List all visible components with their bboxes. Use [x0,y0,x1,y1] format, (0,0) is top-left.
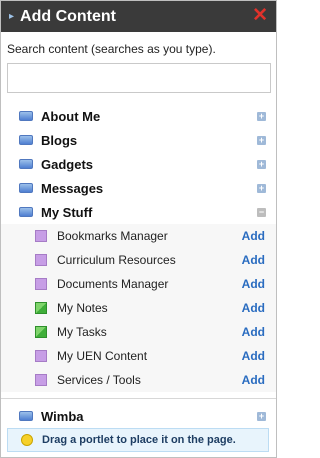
drag-tip: Drag a portlet to place it on the page. [7,428,269,452]
category-label: My Stuff [41,204,93,220]
expand-icon[interactable]: + [257,412,266,421]
item-label: Services / Tools [57,373,141,387]
add-link[interactable]: Add [242,325,265,339]
category-label: Blogs [41,132,78,148]
list-item: Bookmarks Manager Add [1,224,276,248]
search-label: Search content (searches as you type). [7,42,216,56]
purple-square-icon [35,350,47,362]
purple-square-icon [35,230,47,242]
portlet-folder-icon [19,207,33,217]
add-content-panel: ▸ Add Content ✕ Search content (searches… [0,0,277,458]
category-about-me[interactable]: About Me + [1,104,276,128]
expand-icon[interactable]: + [257,184,266,193]
portlet-folder-icon [19,411,33,421]
category-blogs[interactable]: Blogs + [1,128,276,152]
tip-text: Drag a portlet to place it on the page. [42,434,236,446]
item-label: My Notes [57,301,108,315]
add-link[interactable]: Add [242,277,265,291]
my-stuff-items: Bookmarks Manager Add Curriculum Resourc… [1,224,276,392]
list-item: Services / Tools Add [1,368,276,392]
portlet-folder-icon [19,159,33,169]
collapse-icon[interactable]: − [257,208,266,217]
divider [1,398,276,399]
portlet-folder-icon [19,111,33,121]
lightbulb-icon [21,434,33,446]
category-gadgets[interactable]: Gadgets + [1,152,276,176]
category-label: Gadgets [41,156,94,172]
item-label: Documents Manager [57,277,169,291]
category-messages[interactable]: Messages + [1,176,276,200]
expand-icon[interactable]: + [257,136,266,145]
list-item: My Notes Add [1,296,276,320]
list-item: Documents Manager Add [1,272,276,296]
search-input[interactable] [7,63,271,93]
panel-header: ▸ Add Content ✕ [1,1,276,32]
item-label: Bookmarks Manager [57,229,168,243]
expand-icon[interactable]: + [257,160,266,169]
item-label: Curriculum Resources [57,253,176,267]
close-icon[interactable]: ✕ [252,6,268,25]
category-label: Wimba [41,408,84,424]
item-label: My UEN Content [57,349,148,363]
category-my-stuff[interactable]: My Stuff − [1,200,276,224]
purple-square-icon [35,374,47,386]
purple-square-icon [35,278,47,290]
category-label: Messages [41,180,104,196]
add-link[interactable]: Add [242,229,265,243]
add-link[interactable]: Add [242,301,265,315]
portlet-folder-icon [19,183,33,193]
item-label: My Tasks [57,325,107,339]
portlet-folder-icon [19,135,33,145]
green-square-icon [35,302,47,314]
green-square-icon [35,326,47,338]
category-label: About Me [41,108,101,124]
category-list: About Me + Blogs + Gadgets + Messages + … [1,104,276,428]
add-link[interactable]: Add [242,373,265,387]
chevron-right-icon: ▸ [9,11,15,22]
list-item: Curriculum Resources Add [1,248,276,272]
list-item: My Tasks Add [1,320,276,344]
add-link[interactable]: Add [242,253,265,267]
category-wimba[interactable]: Wimba + [1,404,276,428]
expand-icon[interactable]: + [257,112,266,121]
panel-title: Add Content [20,7,117,25]
add-link[interactable]: Add [242,349,265,363]
purple-square-icon [35,254,47,266]
list-item: My UEN Content Add [1,344,276,368]
